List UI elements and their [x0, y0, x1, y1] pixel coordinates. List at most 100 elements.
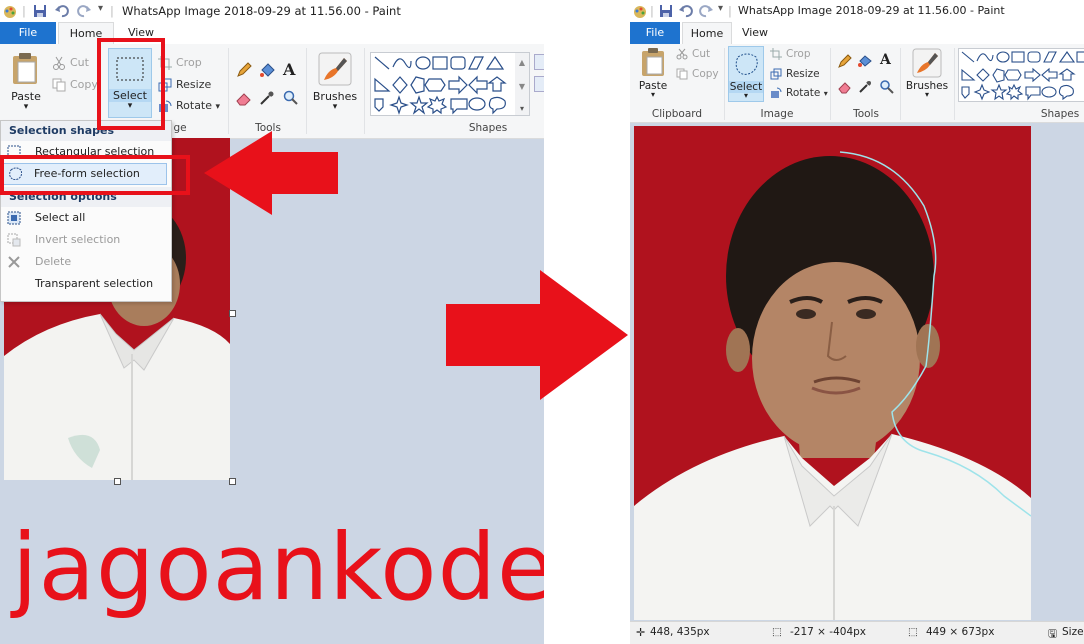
paste-icon[interactable] — [10, 52, 42, 86]
fill-icon[interactable] — [858, 54, 872, 68]
qat-dropdown-icon[interactable]: ▾ — [98, 3, 103, 19]
svg-text:▼: ▼ — [519, 82, 526, 91]
redo-icon[interactable] — [76, 3, 92, 19]
group-clipboard-label: Clipboard — [651, 108, 703, 120]
resize-handle[interactable] — [114, 478, 121, 485]
group-image-label: Image — [760, 108, 794, 120]
rotate-button[interactable]: Rotate ▾ — [176, 99, 220, 112]
undo-icon[interactable] — [678, 3, 694, 19]
redo-icon[interactable] — [698, 3, 714, 19]
tab-file[interactable]: File — [630, 22, 680, 44]
divider — [830, 48, 831, 120]
resize-handle[interactable] — [229, 310, 236, 317]
menu-item-transparent-selection[interactable]: Transparent selection — [1, 273, 171, 295]
tab-view[interactable]: View — [734, 22, 776, 44]
menu-item-select-all[interactable]: Select all — [1, 207, 171, 229]
paste-chevron-icon[interactable]: ▾ — [634, 90, 672, 99]
crop-button[interactable]: Crop — [786, 48, 811, 60]
pencil-icon[interactable] — [236, 62, 252, 78]
outline-icon[interactable] — [534, 54, 544, 70]
select-freeform-icon — [735, 53, 758, 75]
brushes-chevron-icon[interactable]: ▾ — [902, 90, 952, 99]
magnifier-icon[interactable] — [283, 90, 299, 106]
rotate-chevron-icon: ▾ — [823, 89, 828, 98]
image-size: 449 × 673px — [926, 626, 995, 638]
select-dropdown-menu: Selection shapes Rectangular selection F… — [0, 120, 172, 302]
crop-button[interactable]: Crop — [176, 56, 202, 69]
window-title: WhatsApp Image 2018-09-29 at 11.56.00 - … — [738, 4, 1005, 17]
paint-window-right: | ▾ | WhatsApp Image 2018-09-29 at 11.56… — [630, 0, 1084, 644]
arrow-right-icon — [446, 270, 628, 400]
save-icon[interactable] — [658, 3, 674, 19]
cut-button[interactable]: Cut — [692, 48, 710, 60]
paste-chevron-icon[interactable]: ▾ — [6, 102, 46, 112]
ribbon-tabs: File Home View — [630, 22, 1084, 45]
resize-button[interactable]: Resize — [176, 78, 211, 91]
tab-file[interactable]: File — [0, 22, 56, 44]
svg-text:▾: ▾ — [520, 104, 524, 113]
magnifier-icon[interactable] — [880, 80, 894, 94]
copy-icon — [676, 68, 688, 80]
menu-item-invert-selection[interactable]: Invert selection — [1, 229, 171, 251]
image-size-icon: ⬚ — [908, 626, 918, 638]
arrow-left-icon — [204, 131, 338, 215]
color-picker-icon[interactable] — [858, 80, 872, 94]
shapes-gallery[interactable] — [958, 48, 1084, 102]
shapes-gallery-icon: ▲ ▼ ▾ — [374, 53, 529, 115]
select-chevron-icon: ▾ — [743, 91, 748, 100]
rotate-label: Rotate — [786, 87, 821, 99]
cut-icon — [53, 56, 65, 70]
fill-style-icon[interactable] — [534, 76, 544, 92]
qat-dropdown-icon[interactable]: ▾ — [718, 3, 723, 19]
tab-home[interactable]: Home — [682, 22, 732, 45]
canvas-background — [1031, 126, 1084, 620]
window-title: WhatsApp Image 2018-09-29 at 11.56.00 - … — [122, 4, 401, 18]
text-icon[interactable]: A — [880, 52, 891, 68]
copy-button[interactable]: Copy — [692, 68, 719, 80]
paste-icon[interactable] — [640, 48, 668, 78]
shapes-gallery[interactable]: ▲ ▼ ▾ — [370, 52, 530, 116]
fill-icon[interactable] — [259, 62, 275, 78]
rotate-chevron-icon: ▾ — [215, 102, 221, 112]
rotate-label: Rotate — [176, 99, 213, 112]
save-icon[interactable] — [32, 3, 48, 19]
ribbon-home: Paste ▾ Cut Copy Clipboard Select ▾ Crop… — [630, 44, 1084, 123]
menu-item-delete[interactable]: Delete — [1, 251, 171, 273]
resize-icon — [770, 68, 782, 80]
eraser-icon[interactable] — [236, 90, 252, 106]
text-icon[interactable]: A — [283, 60, 295, 79]
svg-text:▲: ▲ — [519, 58, 526, 67]
canvas-image-right[interactable] — [634, 126, 1031, 620]
resize-handle[interactable] — [229, 478, 236, 485]
undo-icon[interactable] — [54, 3, 70, 19]
copy-button[interactable]: Copy — [70, 78, 98, 91]
brushes-chevron-icon[interactable]: ▾ — [310, 102, 360, 112]
divider — [900, 48, 901, 120]
divider — [228, 48, 229, 134]
disk-size-icon: 🖫 — [1048, 628, 1057, 640]
invert-selection-icon — [7, 233, 21, 247]
group-image-label: ge — [173, 122, 187, 134]
group-shapes-label: Shapes — [468, 122, 508, 134]
photo-subject — [634, 151, 1031, 620]
rotate-button[interactable]: Rotate ▾ — [786, 87, 828, 99]
group-shapes-label: Shapes — [1040, 108, 1080, 120]
brushes-icon[interactable] — [912, 48, 942, 78]
cursor-position: 448, 435px — [650, 626, 710, 638]
pencil-icon[interactable] — [838, 54, 852, 68]
select-button[interactable]: Select ▾ — [728, 46, 764, 102]
annotation-box-freeform — [0, 155, 190, 195]
menu-item-label: Delete — [35, 255, 72, 268]
resize-button[interactable]: Resize — [786, 68, 820, 80]
color-picker-icon[interactable] — [259, 90, 275, 106]
shapes-gallery-icon — [961, 51, 1084, 101]
cursor-position-icon: ✛ — [636, 626, 646, 639]
brushes-icon[interactable] — [318, 52, 352, 86]
cut-button[interactable]: Cut — [70, 56, 89, 69]
paint-app-icon — [4, 6, 16, 18]
paint-app-icon — [634, 6, 646, 18]
copy-icon — [52, 78, 66, 92]
divider — [724, 48, 725, 120]
eraser-icon[interactable] — [838, 80, 852, 94]
delete-icon — [8, 256, 20, 268]
